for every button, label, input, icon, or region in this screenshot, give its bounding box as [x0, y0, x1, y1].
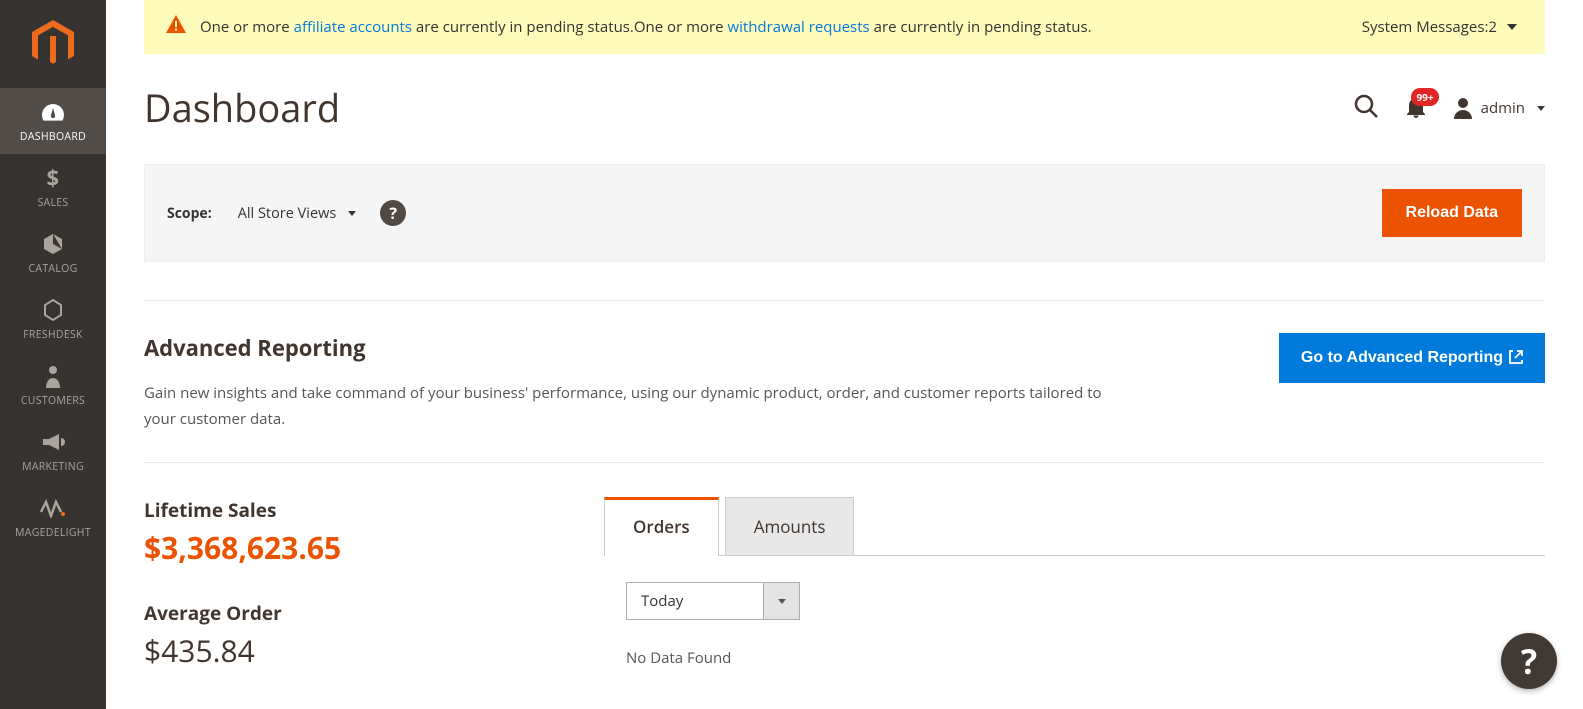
notification-badge: 99+ [1411, 88, 1438, 106]
stats-row: Lifetime Sales $3,368,623.65 Average Ord… [144, 497, 1545, 703]
floating-help-button[interactable]: ? [1501, 633, 1557, 689]
system-messages-toggle[interactable]: System Messages: 2 [1362, 17, 1517, 37]
sidebar-item-customers[interactable]: CUSTOMERS [0, 352, 106, 418]
sidebar-item-label: MARKETING [22, 460, 84, 474]
caret-down-icon [1537, 106, 1545, 111]
user-icon [1453, 97, 1473, 119]
hexagon-icon [42, 298, 64, 322]
dollar-icon: $ [45, 166, 61, 190]
cube-icon [41, 232, 65, 256]
sidebar-item-freshdesk[interactable]: FRESHDESK [0, 286, 106, 352]
scope-bar: Scope: All Store Views ? Reload Data [144, 164, 1545, 262]
header-actions: 99+ admin [1353, 93, 1545, 124]
sidebar-item-dashboard[interactable]: DASHBOARD [0, 88, 106, 154]
sidebar-item-label: CUSTOMERS [21, 394, 85, 408]
average-order-block: Average Order $435.84 [144, 600, 544, 671]
logo[interactable] [0, 0, 106, 88]
main-content: One or more affiliate accounts are curre… [106, 0, 1583, 703]
bullhorn-icon [41, 430, 65, 454]
go-to-advanced-reporting-button[interactable]: Go to Advanced Reporting [1279, 333, 1545, 383]
tabs: Orders Amounts [604, 497, 1545, 556]
advanced-reporting-title: Advanced Reporting [144, 333, 1104, 363]
system-message-text: One or more affiliate accounts are curre… [200, 17, 1092, 37]
page-title: Dashboard [144, 82, 340, 134]
system-messages-bar: One or more affiliate accounts are curre… [144, 0, 1545, 54]
sidebar-item-catalog[interactable]: CATALOG [0, 220, 106, 286]
advanced-reporting-description: Gain new insights and take command of yo… [144, 381, 1104, 432]
caret-down-icon [763, 583, 799, 619]
search-button[interactable] [1353, 93, 1379, 124]
external-link-icon [1509, 350, 1523, 367]
tab-amounts[interactable]: Amounts [725, 497, 855, 555]
notifications-button[interactable]: 99+ [1405, 94, 1427, 123]
sidebar-item-marketing[interactable]: MARKETING [0, 418, 106, 484]
stats-summary: Lifetime Sales $3,368,623.65 Average Ord… [144, 497, 544, 703]
magento-logo-icon [32, 20, 74, 68]
scope-label: Scope: [167, 204, 212, 223]
scope-help-button[interactable]: ? [380, 200, 406, 226]
average-order-value: $435.84 [144, 630, 544, 671]
svg-text:$: $ [47, 166, 60, 190]
search-icon [1353, 93, 1379, 119]
stats-chart-panel: Orders Amounts Today No Data Found [604, 497, 1545, 703]
sidebar-item-magedelight[interactable]: MAGEDELIGHT [0, 484, 106, 550]
reload-data-button[interactable]: Reload Data [1382, 189, 1522, 237]
sidebar-item-label: CATALOG [28, 262, 77, 276]
pulse-icon [40, 496, 66, 520]
sidebar-item-label: MAGEDELIGHT [15, 526, 91, 540]
caret-down-icon [1507, 24, 1517, 30]
question-icon: ? [1521, 638, 1537, 684]
person-icon [44, 364, 62, 388]
sidebar: DASHBOARD $ SALES CATALOG FRESHDESK CUST… [0, 0, 106, 709]
average-order-title: Average Order [144, 600, 544, 626]
page-header: Dashboard 99+ admin [106, 54, 1583, 144]
caret-down-icon [348, 211, 356, 216]
withdrawal-requests-link[interactable]: withdrawal requests [727, 17, 869, 37]
period-select[interactable]: Today [626, 582, 800, 620]
lifetime-sales-value: $3,368,623.65 [144, 527, 544, 568]
scope-select[interactable]: All Store Views [238, 204, 357, 223]
gauge-icon [40, 100, 66, 124]
sidebar-item-sales[interactable]: $ SALES [0, 154, 106, 220]
sidebar-item-label: FRESHDESK [23, 328, 83, 342]
lifetime-sales-title: Lifetime Sales [144, 497, 544, 523]
admin-user-name: admin [1481, 98, 1525, 118]
sidebar-item-label: SALES [38, 196, 69, 210]
tab-orders[interactable]: Orders [604, 497, 719, 555]
sidebar-item-label: DASHBOARD [20, 130, 86, 144]
no-data-text: No Data Found [626, 648, 1523, 668]
tab-content-orders: Today No Data Found [604, 556, 1545, 694]
lifetime-sales-block: Lifetime Sales $3,368,623.65 [144, 497, 544, 568]
question-icon: ? [389, 202, 397, 224]
advanced-reporting-section: Advanced Reporting Gain new insights and… [144, 301, 1545, 463]
admin-user-menu[interactable]: admin [1453, 97, 1545, 119]
affiliate-accounts-link[interactable]: affiliate accounts [294, 17, 412, 37]
warning-icon [166, 15, 186, 39]
